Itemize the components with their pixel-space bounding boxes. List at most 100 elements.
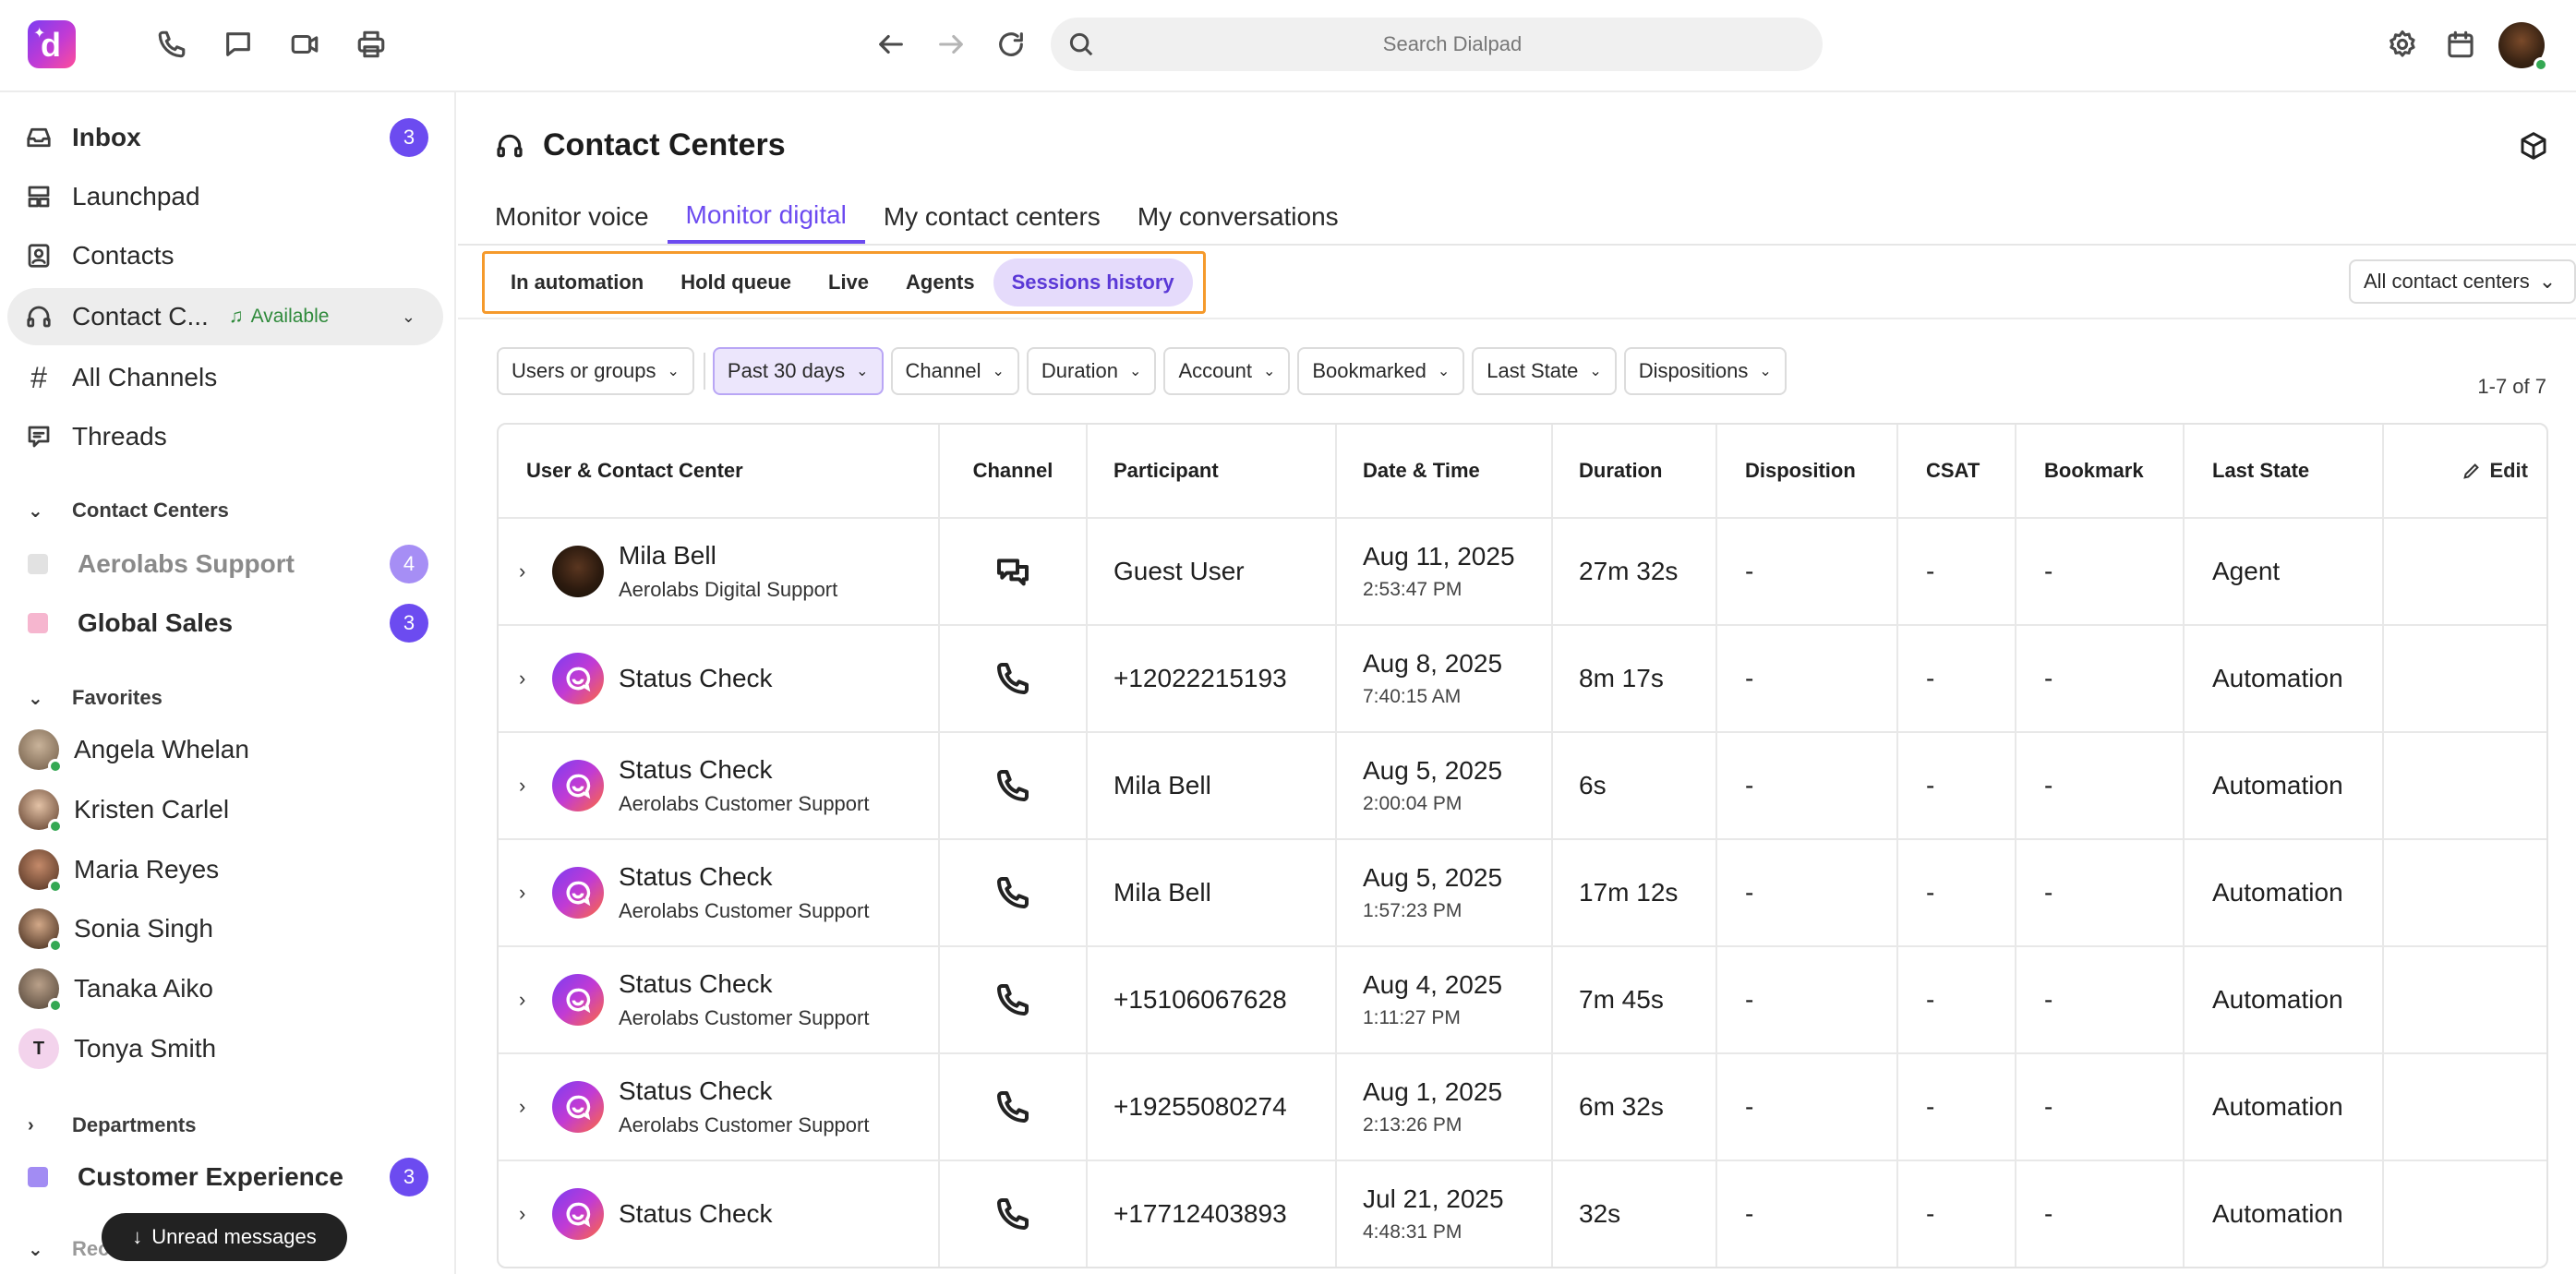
user-name: Status Check — [619, 969, 773, 998]
filter-duration[interactable]: Duration ⌄ — [1026, 347, 1157, 395]
search-input[interactable] — [1106, 18, 1799, 71]
chevron-right-icon[interactable]: › — [519, 774, 525, 798]
chevron-right-icon[interactable]: › — [519, 1095, 525, 1119]
subtab-sessions-history[interactable]: Sessions history — [993, 258, 1193, 306]
cube-icon[interactable] — [2519, 131, 2548, 165]
chevron-down-icon: ⌄ — [856, 364, 869, 379]
video-icon[interactable] — [286, 26, 323, 63]
sidebar-item-launchpad[interactable]: Launchpad — [7, 168, 443, 225]
subtab-hold-queue[interactable]: Hold queue — [662, 258, 810, 306]
favorite-contact[interactable]: Maria Reyes — [18, 846, 219, 894]
table-row[interactable]: › Status Check Aerolabs Customer Support Mi… — [499, 731, 2546, 838]
table-row[interactable]: › Status Check +12022215193 Aug 8, 2025 7:40… — [499, 624, 2546, 731]
phone-icon[interactable] — [153, 26, 190, 63]
row-actions — [2384, 733, 2546, 838]
online-status-dot — [48, 998, 63, 1013]
disposition: - — [1717, 626, 1898, 731]
column-header[interactable]: Last State — [2185, 425, 2384, 517]
column-header[interactable]: Duration — [1553, 425, 1717, 517]
filter-users-or-groups[interactable]: Users or groups ⌄ — [497, 347, 694, 395]
filter-account[interactable]: Account ⌄ — [1163, 347, 1291, 395]
favorite-contact[interactable]: Kristen Carlel — [18, 786, 229, 834]
filter-last-state[interactable]: Last State ⌄ — [1472, 347, 1617, 395]
tab-monitor-digital[interactable]: Monitor digital — [667, 190, 865, 244]
tab-monitor-voice[interactable]: Monitor voice — [476, 190, 668, 244]
refresh-icon[interactable] — [993, 26, 1029, 63]
user-name: Status Check — [619, 1076, 773, 1105]
column-header[interactable]: Disposition — [1717, 425, 1898, 517]
filter-channel[interactable]: Channel ⌄ — [890, 347, 1019, 395]
forward-arrow-icon[interactable] — [933, 26, 969, 63]
column-header[interactable]: Date & Time — [1337, 425, 1553, 517]
favorite-contact[interactable]: Sonia Singh — [18, 905, 213, 953]
favorite-contact[interactable]: Tanaka Aiko — [18, 965, 213, 1013]
dialpad-logo[interactable]: ✦ d — [28, 20, 76, 68]
unread-messages-toast[interactable]: ↓ Unread messages — [102, 1213, 347, 1261]
sidebar-item-contacts[interactable]: Contacts — [7, 227, 443, 284]
column-header[interactable]: User & Contact Center — [499, 425, 940, 517]
sidebar-item-customer-experience[interactable]: Customer Experience 3 — [7, 1148, 443, 1206]
tab-my-contact-centers[interactable]: My contact centers — [865, 190, 1119, 244]
chevron-down-icon: ⌄ — [28, 1239, 43, 1260]
center-color-square — [28, 613, 48, 633]
sidebar-item-aerolabs-support[interactable]: Aerolabs Support 4 — [7, 535, 443, 593]
sidebar-item-inbox[interactable]: Inbox 3 — [7, 109, 443, 166]
subtab-agents[interactable]: Agents — [887, 258, 993, 306]
user-avatar[interactable] — [2498, 22, 2548, 72]
last-state: Automation — [2185, 1054, 2384, 1160]
edit-label-wrap: Edit — [2462, 459, 2528, 483]
chevron-right-icon[interactable]: › — [519, 881, 525, 905]
table-row[interactable]: › Mila Bell Aerolabs Digital Support Guest … — [499, 517, 2546, 624]
table-row[interactable]: › Status Check Aerolabs Customer Support +1… — [499, 945, 2546, 1052]
calendar-icon[interactable] — [2442, 26, 2479, 63]
edit-columns-button[interactable]: Edit — [2384, 425, 2546, 517]
sidebar-item-all-channels[interactable]: # All Channels — [7, 349, 443, 406]
column-header[interactable]: CSAT — [1898, 425, 2016, 517]
column-header[interactable]: Bookmark — [2016, 425, 2185, 517]
sidebar-item-contact-centers[interactable]: Contact C... ♫ Available ⌄ — [7, 288, 443, 345]
subtabs-divider — [458, 318, 2576, 319]
chevron-right-icon[interactable]: › — [519, 988, 525, 1012]
subtab-live[interactable]: Live — [810, 258, 887, 306]
chevron-right-icon[interactable]: › — [519, 1202, 525, 1226]
disposition: - — [1717, 840, 1898, 945]
column-header[interactable]: Participant — [1088, 425, 1337, 517]
availability-status[interactable]: ♫ Available — [229, 306, 330, 328]
column-header[interactable]: Channel — [940, 425, 1088, 517]
contact-center-name: Aerolabs Customer Support — [619, 899, 870, 922]
subtab-in-automation[interactable]: In automation — [492, 258, 662, 306]
contact-name: Maria Reyes — [74, 855, 220, 883]
table-row[interactable]: › Status Check Aerolabs Customer Support Mi… — [499, 838, 2546, 945]
hash-icon: # — [30, 360, 47, 394]
sidebar-item-global-sales[interactable]: Global Sales 3 — [7, 595, 443, 652]
contact-name: Tanaka Aiko — [74, 974, 213, 1003]
settings-gear-icon[interactable] — [2384, 26, 2421, 63]
filter-bookmarked[interactable]: Bookmarked ⌄ — [1297, 347, 1465, 395]
chevron-down-icon[interactable]: ⌄ — [402, 307, 415, 327]
duration: 6m 32s — [1553, 1054, 1717, 1160]
sidebar-item-threads[interactable]: Threads — [7, 408, 443, 465]
date-time: Aug 1, 2025 2:13:26 PM — [1337, 1054, 1553, 1160]
tab-my-conversations[interactable]: My conversations — [1119, 190, 1357, 244]
contact-centers-section-header[interactable]: ⌄ Contact Centers — [28, 499, 229, 523]
table-row[interactable]: › Status Check +17712403893 Jul 21, 2025 4:4… — [499, 1160, 2546, 1267]
favorite-contact[interactable]: T Tonya Smith — [18, 1025, 216, 1073]
favorite-contact[interactable]: Angela Whelan — [18, 726, 249, 774]
departments-section-header[interactable]: › Departments — [28, 1113, 196, 1137]
bookmark: - — [2016, 1161, 2185, 1267]
search-bar[interactable] — [1051, 18, 1823, 71]
filter-dispositions[interactable]: Dispositions ⌄ — [1623, 347, 1787, 395]
table-row[interactable]: › Status Check Aerolabs Customer Support +1… — [499, 1052, 2546, 1160]
filter-date-range[interactable]: Past 30 days ⌄ — [712, 347, 884, 395]
threads-icon — [20, 418, 57, 455]
back-arrow-icon[interactable] — [873, 26, 909, 63]
message-icon[interactable] — [220, 26, 257, 63]
chevron-right-icon[interactable]: › — [519, 667, 525, 691]
user-name: Status Check — [619, 1199, 773, 1228]
headset-icon — [20, 298, 57, 335]
favorites-section-header[interactable]: ⌄ Favorites — [28, 686, 163, 710]
printer-icon[interactable] — [353, 26, 390, 63]
sidebar-item-label: Threads — [72, 422, 167, 451]
contact-center-select[interactable]: All contact centers ⌄ — [2349, 259, 2576, 304]
chevron-right-icon[interactable]: › — [519, 559, 525, 583]
